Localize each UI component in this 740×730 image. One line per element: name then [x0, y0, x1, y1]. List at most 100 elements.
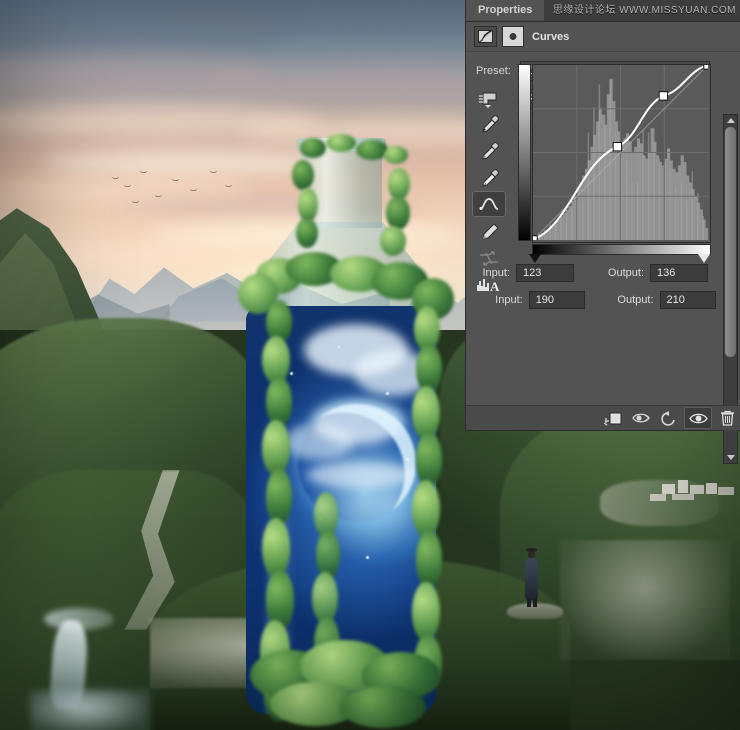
- layer-mask-thumbnail-icon[interactable]: [502, 26, 524, 47]
- village-building: [706, 483, 717, 494]
- ivy-leaf: [384, 146, 408, 164]
- view-previous-state-button[interactable]: [628, 408, 654, 428]
- star: [406, 458, 409, 461]
- photoshop-screenshot: ︶ ︶ ︶ ︶ ︶ ︶ ︶ ︶ ︶ Properties 思缘设计论坛 WWW.…: [0, 0, 740, 730]
- toggle-layer-visibility-button[interactable]: [684, 407, 712, 429]
- eyedropper-black-icon: [481, 114, 499, 133]
- ivy-leaf: [380, 226, 406, 256]
- adjustment-title: Curves: [532, 30, 570, 43]
- reset-adjustment-button[interactable]: [656, 408, 682, 428]
- pencil-icon: [481, 222, 499, 240]
- scroll-up-arrow-icon[interactable]: [727, 118, 735, 123]
- curve-plot[interactable]: [533, 65, 710, 242]
- properties-panel: Properties 思缘设计论坛 WWW.MISSYUAN.COM Curve…: [466, 0, 740, 464]
- ivy-vine: [412, 480, 440, 538]
- output-field-2[interactable]: 210: [659, 291, 716, 309]
- ivy-leaf: [298, 188, 318, 222]
- clip-to-layer-button[interactable]: [600, 408, 626, 428]
- standing-figure: [507, 545, 563, 619]
- ivy-leaf: [386, 196, 410, 230]
- waterfall-pool: [30, 690, 150, 730]
- curves-glyph: [478, 30, 493, 43]
- white-point-handle[interactable]: [698, 254, 710, 263]
- ivy-vine: [416, 530, 442, 590]
- curves-graph[interactable]: [518, 64, 714, 263]
- bird: ︶: [124, 186, 131, 193]
- trash-icon: [720, 410, 734, 426]
- panel-bottom-bar: [466, 405, 740, 430]
- curves-icon: [474, 26, 497, 47]
- reset-arrow-icon: [661, 410, 675, 426]
- curve-points-icon: [479, 198, 499, 210]
- on-image-adjustment-icon[interactable]: [476, 89, 520, 109]
- bird: ︶: [140, 172, 147, 179]
- ivy-leaf: [300, 138, 326, 158]
- watermark-cn: 思缘设计论坛: [552, 5, 616, 16]
- village-building: [678, 480, 688, 493]
- star: [338, 346, 340, 348]
- figure-leg: [527, 598, 531, 607]
- ivy-leaf: [296, 218, 318, 248]
- figure-leg: [533, 598, 537, 607]
- star: [386, 392, 389, 395]
- point1-row: Input: 123 Output: 136: [466, 264, 716, 282]
- ivy-leaf: [326, 134, 356, 152]
- ivy-vine: [416, 432, 442, 488]
- village-building: [690, 485, 704, 494]
- delete-adjustment-layer-button[interactable]: [714, 408, 740, 428]
- black-point-handle[interactable]: [529, 254, 541, 263]
- bird: ︶: [190, 190, 197, 197]
- scrollbar-thumb[interactable]: [725, 127, 736, 357]
- adjustment-title-row: Curves: [466, 22, 740, 52]
- panel-body: Preset: Custom RGB: [466, 52, 740, 464]
- tool-sample-black-point[interactable]: [472, 110, 506, 136]
- output-field-1[interactable]: 136: [650, 264, 708, 282]
- input-field-2[interactable]: 190: [528, 291, 586, 309]
- eye-icon: [688, 413, 708, 423]
- village-building: [662, 484, 675, 494]
- star: [290, 372, 293, 375]
- tool-sample-gray-point[interactable]: [472, 137, 506, 163]
- tool-sample-white-point[interactable]: [472, 164, 506, 190]
- tool-draw-curve[interactable]: [472, 218, 506, 244]
- star: [366, 556, 369, 559]
- output-label-1: Output:: [607, 267, 644, 279]
- bird: ︶: [210, 172, 217, 179]
- ivy-vine: [412, 582, 440, 642]
- ivy-leaf: [356, 140, 388, 160]
- point-values: Input: 123 Output: 136 Input: 190 Output…: [466, 264, 716, 318]
- figure-coat: [525, 558, 538, 600]
- eyedropper-gray-icon: [481, 141, 499, 160]
- hand-pointer-glyph: [479, 92, 497, 108]
- output-label-2: Output:: [617, 294, 654, 306]
- tab-properties[interactable]: Properties: [466, 0, 545, 21]
- cloud-in-bottle: [306, 462, 416, 488]
- village-building: [672, 494, 694, 500]
- eye-previous-icon: [631, 413, 650, 423]
- preset-label: Preset:: [476, 65, 511, 77]
- village-building: [650, 494, 666, 501]
- bird: ︶: [112, 178, 119, 185]
- input-field-1[interactable]: 123: [516, 264, 574, 282]
- clip-to-layer-icon: [604, 412, 622, 426]
- output-gradient-bar: [518, 64, 531, 241]
- ivy-base: [340, 686, 426, 728]
- ivy-vine: [266, 468, 292, 526]
- panel-tab-bar: Properties 思缘设计论坛 WWW.MISSYUAN.COM: [466, 0, 740, 22]
- watermark-url: WWW.MISSYUAN.COM: [619, 5, 736, 16]
- scroll-down-arrow-icon[interactable]: [727, 455, 735, 460]
- eyedropper-white-icon: [481, 168, 499, 187]
- village-building: [718, 487, 734, 495]
- input-gradient-bar: [532, 244, 711, 255]
- curve-grid[interactable]: [532, 64, 711, 243]
- input-label-2: Input:: [495, 294, 523, 306]
- bird: ︶: [155, 196, 162, 203]
- footpath: [560, 540, 730, 660]
- bird: ︶: [172, 180, 179, 187]
- figure-hat: [526, 548, 537, 552]
- tool-edit-points[interactable]: [472, 191, 506, 217]
- bird: ︶: [225, 186, 232, 193]
- watermark: 思缘设计论坛 WWW.MISSYUAN.COM: [553, 1, 736, 16]
- ivy-leaf: [292, 160, 314, 190]
- point2-row: Input: 190 Output: 210: [466, 291, 716, 309]
